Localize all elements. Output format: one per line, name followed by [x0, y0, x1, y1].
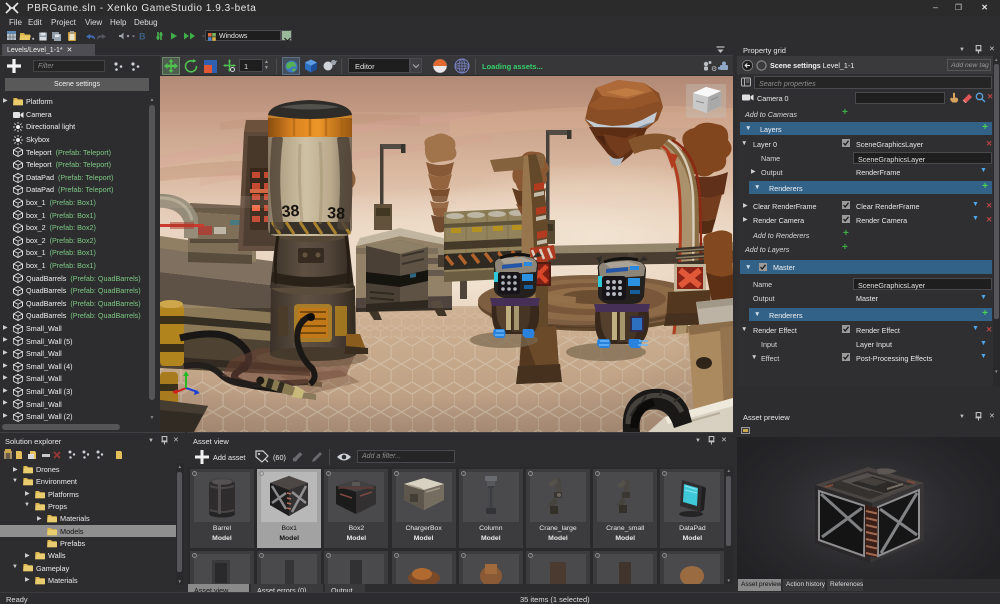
svg-text:38: 38 [327, 205, 346, 223]
svg-text:⚙: ⚙ [711, 65, 717, 72]
svg-text:B: B [139, 32, 146, 42]
svg-text:38: 38 [281, 203, 300, 221]
